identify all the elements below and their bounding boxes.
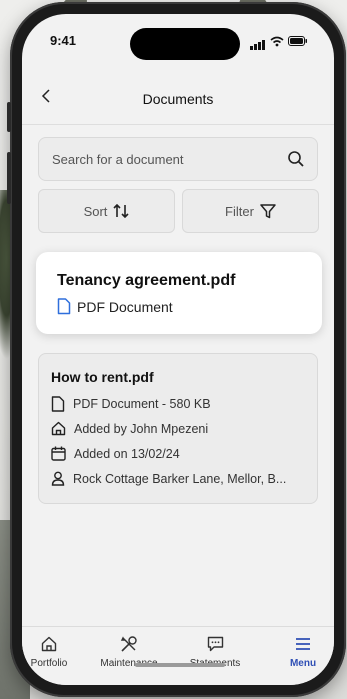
search-icon[interactable]	[287, 150, 305, 168]
document-type-label: PDF Document	[77, 298, 173, 315]
file-icon	[57, 298, 71, 315]
document-card-how-to-rent[interactable]: How to rent.pdf PDF Document - 580 KB Ad…	[38, 353, 318, 504]
navigation-bar: Documents	[22, 74, 334, 125]
file-icon	[51, 396, 65, 412]
sort-label: Sort	[83, 203, 108, 219]
tab-label: Portfolio	[30, 658, 68, 669]
filter-button[interactable]: Filter	[182, 189, 319, 233]
search-input[interactable]: Search for a document	[38, 137, 318, 181]
document-card-tenancy-agreement[interactable]: Tenancy agreement.pdf PDF Document	[36, 252, 322, 334]
page-title: Documents	[142, 91, 214, 107]
home-icon	[51, 421, 66, 436]
wifi-icon	[270, 36, 284, 46]
document-detail-added-by: Added by John Mpezeni	[51, 421, 309, 436]
tab-bar: Portfolio Maintenance Menu	[22, 626, 334, 685]
status-time: 9:41	[50, 33, 77, 48]
document-detail-added-on: Added on 13/02/24	[51, 446, 309, 461]
tab-label: Menu	[289, 658, 317, 669]
tab-menu[interactable]: Menu	[268, 633, 334, 669]
filter-label: Filter	[225, 203, 254, 219]
filter-icon	[260, 203, 276, 218]
tab-portfolio[interactable]: Portfolio	[22, 633, 84, 669]
chat-icon	[207, 636, 223, 652]
document-name: How to rent.pdf	[51, 369, 154, 385]
home-indicator[interactable]	[135, 663, 225, 667]
document-name: Tenancy agreement.pdf	[57, 272, 236, 289]
calendar-icon	[51, 446, 66, 461]
sort-arrows-icon	[113, 204, 129, 218]
phone-side-button	[7, 152, 11, 204]
document-detail-type: PDF Document - 580 KB	[51, 396, 309, 412]
person-icon	[51, 471, 65, 486]
phone-screen: 9:41 Documents Search for a document Sor…	[22, 14, 334, 685]
tools-icon	[120, 636, 137, 652]
dynamic-island	[130, 28, 240, 60]
battery-icon	[288, 36, 307, 46]
phone-frame: 9:41 Documents Search for a document Sor…	[7, 2, 346, 697]
search-placeholder: Search for a document	[52, 152, 184, 167]
status-icons	[250, 32, 308, 50]
document-detail-property: Rock Cottage Barker Lane, Mellor, B...	[51, 471, 309, 486]
status-bar: 9:41	[22, 14, 334, 60]
home-icon	[41, 636, 57, 652]
document-type: PDF Document	[57, 298, 173, 315]
menu-icon	[296, 638, 310, 650]
sort-button[interactable]: Sort	[38, 189, 175, 233]
phone-side-button	[7, 102, 11, 132]
signal-icon	[250, 32, 266, 50]
